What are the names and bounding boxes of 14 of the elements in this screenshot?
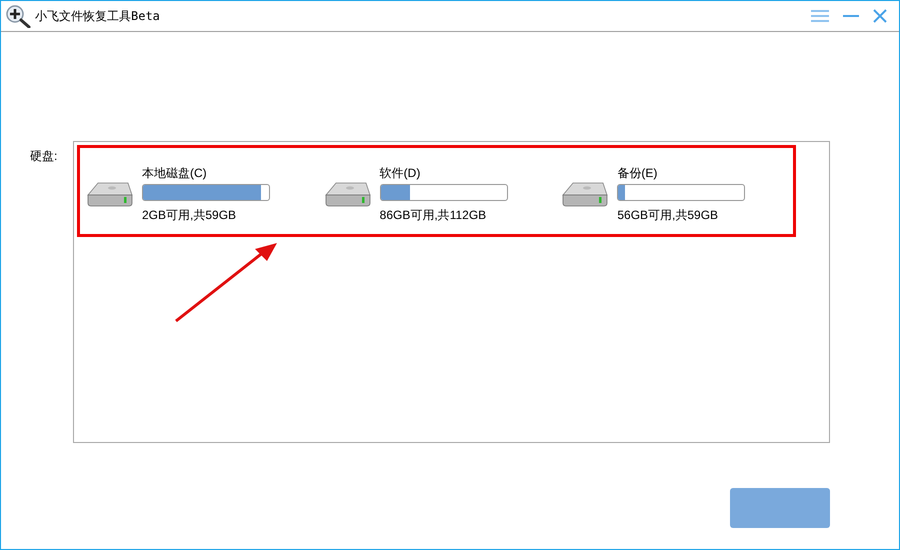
disk-space: 2GB可用,共59GB — [142, 207, 238, 223]
magnifier-icon — [5, 4, 31, 28]
disk-space: 56GB可用,共59GB — [617, 207, 720, 223]
disks-label: 硬盘: — [30, 148, 58, 165]
disk-item[interactable]: 备份(E) 56GB可用,共59GB — [555, 154, 794, 234]
window-title: 小飞文件恢复工具Beta — [35, 8, 160, 25]
disk-name: 本地磁盘(C) — [142, 165, 208, 181]
disk-name: 备份(E) — [617, 165, 658, 181]
disk-item[interactable]: 软件(D) 86GB可用,共112GB — [318, 154, 556, 234]
close-icon[interactable] — [873, 9, 887, 23]
disk-space: 86GB可用,共112GB — [380, 207, 488, 223]
menu-icon[interactable] — [811, 7, 829, 25]
disk-name: 软件(D) — [380, 165, 422, 181]
disk-item[interactable]: 本地磁盘(C) 2GB可用,共59GB — [80, 154, 318, 234]
